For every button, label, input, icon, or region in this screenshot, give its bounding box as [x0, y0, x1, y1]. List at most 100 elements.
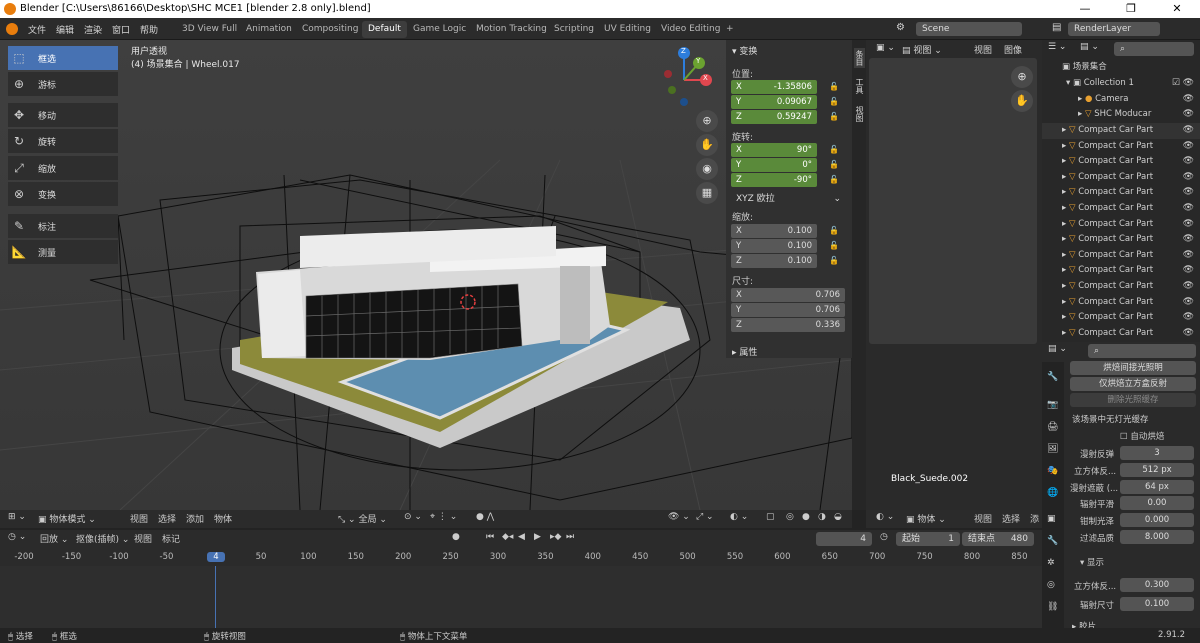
menu-add[interactable]: 添加: [186, 512, 204, 525]
menu-view[interactable]: 视图: [974, 512, 992, 525]
outliner-item[interactable]: ▸ ▽ Compact Car Part 👁: [1042, 310, 1200, 326]
prev-keyframe-icon[interactable]: ◆◂: [502, 532, 513, 542]
delete-cache-button[interactable]: 删除光照缓存: [1070, 393, 1196, 407]
tab-video-editing[interactable]: Video Editing: [655, 21, 726, 38]
menu-file[interactable]: 文件: [28, 23, 46, 36]
output-icon[interactable]: 🖨: [1047, 422, 1058, 432]
tab-3d-view-full[interactable]: 3D View Full: [176, 21, 243, 38]
outliner-item[interactable]: ▸ ▽ Compact Car Part 👁: [1042, 263, 1200, 279]
menu-edit[interactable]: 编辑: [56, 23, 74, 36]
outliner-item[interactable]: ▸ ▽ Compact Car Part 👁: [1042, 139, 1200, 155]
pan-hand-icon[interactable]: ✋: [1011, 90, 1033, 112]
menu-view[interactable]: 视图: [974, 43, 992, 56]
eye-icon[interactable]: 👁: [1183, 185, 1194, 201]
minimize-button[interactable]: —: [1062, 0, 1108, 18]
outliner-scene-collection[interactable]: ▣ 场景集合: [1042, 60, 1200, 76]
clamp-glossy-field[interactable]: 0.000: [1120, 513, 1194, 527]
tool-rotate[interactable]: ↻ 旋转: [8, 129, 118, 153]
display-mode-icon[interactable]: ▤ ⌄: [1080, 42, 1099, 52]
modifier-icon[interactable]: 🔧: [1047, 536, 1058, 546]
properties-type-icon[interactable]: ▤ ⌄: [1048, 344, 1067, 354]
diffuse-bounces-field[interactable]: 3: [1120, 446, 1194, 460]
visibility-icon[interactable]: 👁 ⌄: [668, 512, 690, 522]
view-layer-icon[interactable]: 🖼: [1047, 444, 1058, 454]
object-mode-select[interactable]: ▣ 物体模式 ⌄: [38, 512, 96, 525]
irradiance-smoothing-field[interactable]: 0.00: [1120, 496, 1194, 510]
location-y-field[interactable]: Y 0.09067: [731, 95, 817, 109]
tab-scripting[interactable]: Scripting: [548, 21, 600, 38]
editor-type-icon[interactable]: ▣ ⌄: [876, 43, 895, 53]
tool-cursor[interactable]: ⊕ 游标: [8, 72, 118, 96]
outliner-item[interactable]: ▸ ▽ Compact Car Part 👁: [1042, 185, 1200, 201]
tab-game-logic[interactable]: Game Logic: [407, 21, 472, 38]
menu-render[interactable]: 渲染: [84, 23, 102, 36]
pivot-icon[interactable]: ⊙ ⌄: [404, 512, 422, 522]
scale-x-field[interactable]: X 0.100: [731, 224, 817, 238]
tab-uv-editing[interactable]: UV Editing: [598, 21, 657, 38]
bake-cubemap-button[interactable]: 仅烘焙立方盒反射: [1070, 377, 1196, 391]
scene-icon[interactable]: 🎭: [1047, 466, 1058, 476]
editor-type-icon[interactable]: ◐ ⌄: [876, 512, 894, 522]
eye-icon[interactable]: 👁: [1183, 92, 1194, 108]
tab-compositing[interactable]: Compositing: [296, 21, 364, 38]
lock-icon[interactable]: 🔓: [829, 97, 839, 106]
3d-viewport[interactable]: 用户透视 (4) 场景集合 | Wheel.017 ⬚ 框选 ⊕ 游标 ✥ 移动 ↻ 旋…: [0, 40, 852, 510]
tool-measure[interactable]: 📐 测量: [8, 240, 118, 264]
menu-keying[interactable]: 抠像(插帧) ⌄: [76, 532, 129, 545]
record-icon[interactable]: ●: [452, 532, 460, 542]
shading-material-icon[interactable]: ◑: [818, 512, 826, 522]
next-keyframe-icon[interactable]: ▸◆: [550, 532, 561, 542]
tab-view[interactable]: 视图: [854, 106, 865, 122]
tool-box-select[interactable]: ⬚ 框选: [8, 46, 118, 70]
menu-select[interactable]: 选择: [158, 512, 176, 525]
scene-render[interactable]: [0, 40, 852, 510]
lock-icon[interactable]: 🔓: [829, 226, 839, 235]
jump-start-icon[interactable]: ⏮: [486, 532, 494, 542]
proportional-edit-icon[interactable]: ● ⋀: [476, 512, 494, 522]
navigation-gizmo[interactable]: [658, 46, 718, 112]
outliner-search-input[interactable]: ⌕: [1114, 42, 1194, 56]
outliner-item[interactable]: ▸ ▽ Compact Car Part 👁: [1042, 217, 1200, 233]
outliner-item[interactable]: ▸ ▽ Compact Car Part 👁: [1042, 248, 1200, 264]
play-icon[interactable]: ▶: [534, 532, 541, 542]
tool-scale[interactable]: ⤢ 缩放: [8, 156, 118, 180]
transform-header[interactable]: ▾ 变换: [732, 44, 757, 57]
menu-marker[interactable]: 标记: [162, 532, 180, 545]
zoom-icon[interactable]: ⊕: [1011, 66, 1033, 88]
tab-motion-tracking[interactable]: Motion Tracking: [470, 21, 553, 38]
lock-icon[interactable]: 🔓: [829, 256, 839, 265]
scale-y-field[interactable]: Y 0.100: [731, 239, 817, 253]
frame-start-field[interactable]: 起始 1: [896, 532, 960, 546]
playhead[interactable]: [215, 566, 216, 628]
shading-rendered-icon[interactable]: ◒: [834, 512, 842, 522]
eye-icon[interactable]: 👁: [1183, 76, 1194, 92]
eye-icon[interactable]: 👁: [1183, 139, 1194, 155]
current-frame-field[interactable]: 4: [816, 532, 872, 546]
outliner-item[interactable]: ▸ ▽ Compact Car Part 👁: [1042, 232, 1200, 248]
frame-end-field[interactable]: 结束点 480: [962, 532, 1034, 546]
scene-selector[interactable]: Scene: [916, 22, 1022, 36]
pan-hand-icon[interactable]: ✋: [696, 134, 718, 156]
menu-object[interactable]: 物体: [214, 512, 232, 525]
tab-item[interactable]: 条目: [854, 48, 865, 68]
rotation-mode-select[interactable]: XYZ 欧拉 ⌄: [731, 192, 845, 206]
menu-image[interactable]: 图像: [1004, 43, 1022, 56]
shading-solid-icon[interactable]: ●: [802, 512, 810, 522]
menu-window[interactable]: 窗口: [112, 23, 130, 36]
dimensions-z-field[interactable]: Z 0.336: [731, 318, 845, 332]
eye-icon[interactable]: 👁: [1183, 263, 1194, 279]
auto-bake-checkbox[interactable]: ☐ 自动烘焙: [1120, 430, 1164, 442]
close-button[interactable]: ✕: [1154, 0, 1200, 18]
rotation-z-field[interactable]: Z -90°: [731, 173, 817, 187]
xray-icon[interactable]: ▢: [766, 512, 775, 522]
play-reverse-icon[interactable]: ◀: [518, 532, 525, 542]
tab-tool[interactable]: 工具: [854, 78, 865, 94]
object-icon[interactable]: ▣: [1047, 514, 1056, 524]
eye-icon[interactable]: 👁: [1183, 201, 1194, 217]
world-icon[interactable]: 🌐: [1047, 488, 1058, 498]
snap-icon[interactable]: ⌖ ⋮ ⌄: [430, 512, 457, 522]
render-icon[interactable]: 📷: [1047, 400, 1058, 410]
constraint-icon[interactable]: ⛓: [1047, 602, 1058, 612]
lock-icon[interactable]: 🔓: [829, 241, 839, 250]
checkbox-icon[interactable]: ☑: [1172, 76, 1180, 92]
